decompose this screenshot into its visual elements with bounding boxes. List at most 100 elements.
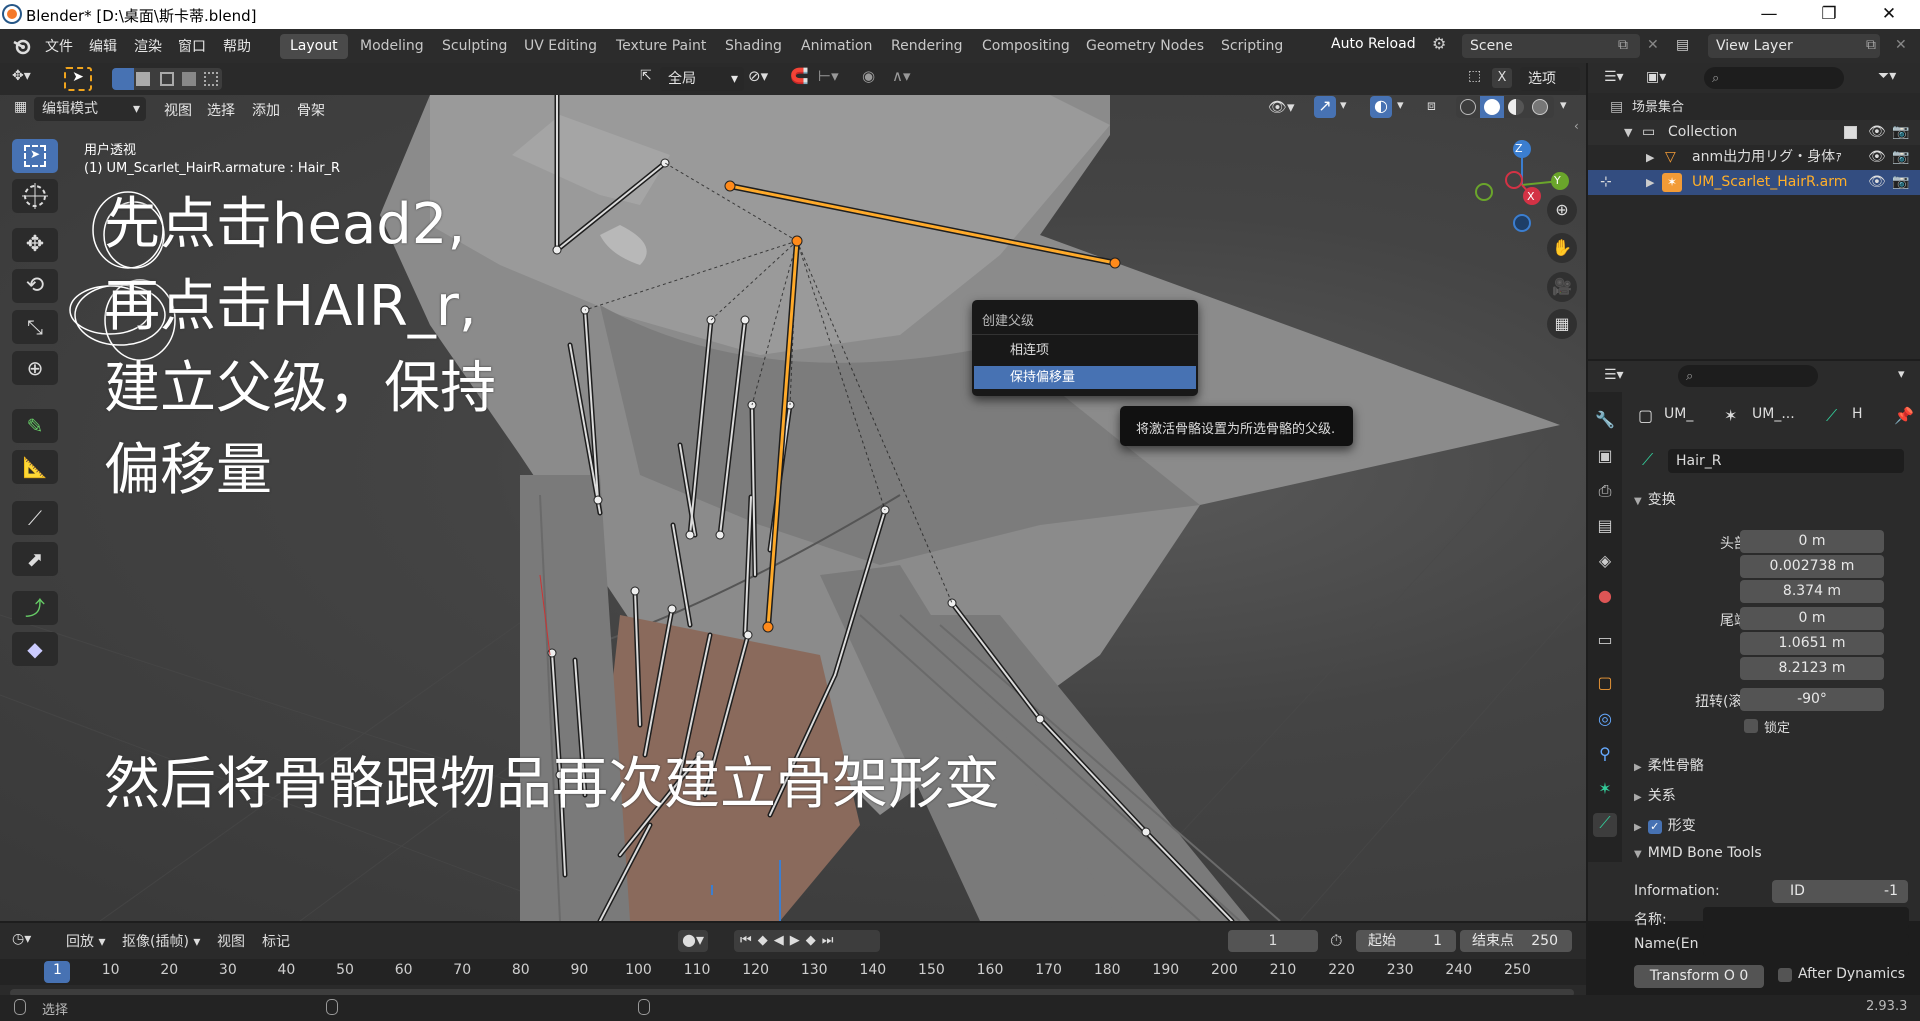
- pivot-point-icon[interactable]: ⊘▾: [748, 67, 768, 85]
- transform-pivot-icon[interactable]: ⬚: [1468, 68, 1481, 84]
- head-x-field[interactable]: 0 m: [1740, 530, 1884, 553]
- gizmo-toggle-icon[interactable]: ↗: [1314, 96, 1336, 118]
- delete-view-layer-icon[interactable]: ✕: [1895, 37, 1907, 53]
- chevron-right-icon[interactable]: ▶: [1646, 170, 1654, 195]
- proportional-edit-icon[interactable]: ◉: [862, 67, 875, 85]
- head-z-field[interactable]: 8.374 m: [1740, 580, 1884, 603]
- chevron-down-icon[interactable]: ▼: [1624, 120, 1632, 145]
- chevron-down-icon[interactable]: ▾: [1340, 98, 1347, 113]
- annotate-tool[interactable]: ✎: [12, 409, 58, 443]
- render-tab-icon[interactable]: ▣: [1593, 446, 1617, 470]
- select-tool-icon[interactable]: ➤: [64, 67, 92, 91]
- pin-icon[interactable]: 📌: [1894, 406, 1914, 425]
- axis-neg-z-icon[interactable]: [1513, 214, 1531, 232]
- menu-timeline-view[interactable]: 视图: [217, 931, 245, 951]
- view-layer-field[interactable]: View Layer: [1708, 34, 1880, 58]
- bone-name-field[interactable]: Hair_R: [1668, 449, 1904, 473]
- eye-icon[interactable]: 👁: [1868, 120, 1886, 145]
- scene-tab-icon[interactable]: ◈: [1593, 551, 1617, 575]
- editor-type-icon[interactable]: ✥▾: [12, 68, 48, 90]
- constraints-tab-icon[interactable]: ⚲: [1593, 744, 1617, 768]
- material-shading-icon[interactable]: [1508, 99, 1524, 115]
- measure-tool[interactable]: 📐: [12, 450, 58, 484]
- overlay-toggle-icon[interactable]: ◐: [1370, 96, 1392, 118]
- chevron-down-icon[interactable]: ▾: [1898, 367, 1905, 382]
- transform-tool[interactable]: ⊕: [12, 351, 58, 385]
- properties-editor-icon[interactable]: ☰▾: [1604, 367, 1624, 383]
- end-frame-field[interactable]: 结束点 250: [1460, 930, 1572, 952]
- tab-uv-editing[interactable]: UV Editing: [514, 34, 607, 59]
- filter-icon[interactable]: ⏷▾: [1878, 68, 1896, 84]
- menu-armature[interactable]: 骨架: [297, 100, 325, 120]
- popup-item-keep-offset[interactable]: 保持偏移量: [974, 366, 1196, 389]
- world-tab-icon[interactable]: ●: [1593, 586, 1617, 610]
- playback-controls[interactable]: ⏮◆◀▶◆⏭: [734, 930, 880, 952]
- tail-x-field[interactable]: 0 m: [1740, 607, 1884, 630]
- properties-search[interactable]: ⌕: [1678, 365, 1818, 387]
- outliner-row-collection[interactable]: ▼ ▭ Collection 👁 📷: [1588, 120, 1920, 145]
- deform-checkbox[interactable]: ✓: [1647, 820, 1662, 834]
- xray-toggle-icon[interactable]: ⧈: [1427, 98, 1436, 114]
- section-bendy-bones[interactable]: ▶ 柔性骨骼: [1634, 755, 1704, 775]
- solid-shading-button[interactable]: [1480, 96, 1504, 118]
- tail-z-field[interactable]: 8.2123 m: [1740, 657, 1884, 680]
- head-y-field[interactable]: 0.002738 m: [1740, 555, 1884, 578]
- tab-animation[interactable]: Animation: [791, 34, 882, 59]
- chevron-right-icon[interactable]: ▶: [1646, 145, 1654, 170]
- physics-tab-icon[interactable]: ◎: [1593, 709, 1617, 733]
- minimize-button[interactable]: —: [1746, 2, 1792, 26]
- timeline-editor-icon[interactable]: ◷▾: [12, 931, 31, 947]
- menu-file[interactable]: 文件: [45, 36, 73, 56]
- tab-texture-paint[interactable]: Texture Paint: [606, 34, 716, 59]
- outliner-search[interactable]: ⌕: [1704, 67, 1844, 89]
- scene-selector-icon[interactable]: ⚙: [1432, 34, 1460, 58]
- object-tab-icon[interactable]: ▢: [1593, 673, 1617, 697]
- roll-field[interactable]: -90°: [1740, 688, 1884, 711]
- visibility-icon[interactable]: 👁▾: [1268, 98, 1295, 116]
- section-transform[interactable]: ▼ 变换: [1634, 489, 1676, 509]
- select-extend-icon[interactable]: [136, 72, 150, 86]
- menu-marker[interactable]: 标记: [262, 931, 290, 951]
- select-subtract-icon[interactable]: [160, 72, 174, 86]
- cursor-tool[interactable]: [12, 179, 58, 213]
- axis-neg-y-icon[interactable]: [1475, 183, 1493, 201]
- tab-rendering[interactable]: Rendering: [881, 34, 973, 59]
- bone-tab-icon[interactable]: ⟋: [1593, 813, 1617, 837]
- current-frame-field[interactable]: 1: [1228, 930, 1318, 952]
- menu-help[interactable]: 帮助: [223, 36, 251, 56]
- maximize-button[interactable]: ❐: [1806, 2, 1852, 26]
- menu-add[interactable]: 添加: [252, 100, 280, 120]
- extrude-tool[interactable]: ⤴: [12, 591, 58, 625]
- outliner-row-armature[interactable]: ⊹ ▶ ✶ UM_Scarlet_HairR.arm 👁 📷: [1588, 170, 1920, 195]
- tool-tab-icon[interactable]: 🔧: [1593, 410, 1617, 434]
- snap-target-icon[interactable]: ⊢▾: [818, 67, 839, 85]
- menu-render[interactable]: 渲染: [134, 36, 162, 56]
- tab-geometry-nodes[interactable]: Geometry Nodes: [1076, 34, 1214, 59]
- pan-hand-icon[interactable]: ✋: [1547, 233, 1577, 263]
- outliner-row-body[interactable]: ▶ ▽ anm出力用リグ・身体ｧ 👁 📷: [1588, 145, 1920, 170]
- mmd-name-field[interactable]: [1703, 907, 1909, 929]
- view-layer-tab-icon[interactable]: ▤: [1593, 516, 1617, 540]
- armature-data-tab-icon[interactable]: ✶: [1593, 779, 1617, 803]
- transform-order-field[interactable]: Transform O 0: [1634, 965, 1764, 988]
- display-mode-icon[interactable]: ▣▾: [1646, 69, 1666, 85]
- menu-playback[interactable]: 回放 ▾: [66, 931, 105, 951]
- id-field[interactable]: ID -1: [1772, 880, 1908, 903]
- eye-icon[interactable]: 👁: [1868, 145, 1886, 170]
- tab-modeling[interactable]: Modeling: [350, 34, 434, 59]
- menu-window[interactable]: 窗口: [178, 36, 206, 56]
- scale-tool[interactable]: ⤡: [12, 310, 58, 344]
- camera-icon[interactable]: 📷: [1892, 145, 1909, 170]
- edit-mode-icon[interactable]: ⊹: [1600, 170, 1612, 195]
- rotate-tool[interactable]: ⟲: [12, 269, 58, 303]
- transform-orientation-dropdown[interactable]: 全局 ▾: [660, 67, 744, 91]
- chevron-down-icon[interactable]: ▾: [1560, 98, 1567, 113]
- menu-select[interactable]: 选择: [207, 100, 235, 120]
- mode-dropdown[interactable]: 编辑模式 ▾: [34, 97, 146, 121]
- rendered-shading-icon[interactable]: [1532, 99, 1548, 115]
- delete-scene-icon[interactable]: ✕: [1647, 37, 1659, 53]
- lock-checkbox[interactable]: [1744, 719, 1758, 733]
- move-tool[interactable]: ✥: [12, 228, 58, 262]
- new-scene-icon[interactable]: ⧉: [1618, 37, 1628, 53]
- camera-icon[interactable]: 📷: [1892, 170, 1909, 195]
